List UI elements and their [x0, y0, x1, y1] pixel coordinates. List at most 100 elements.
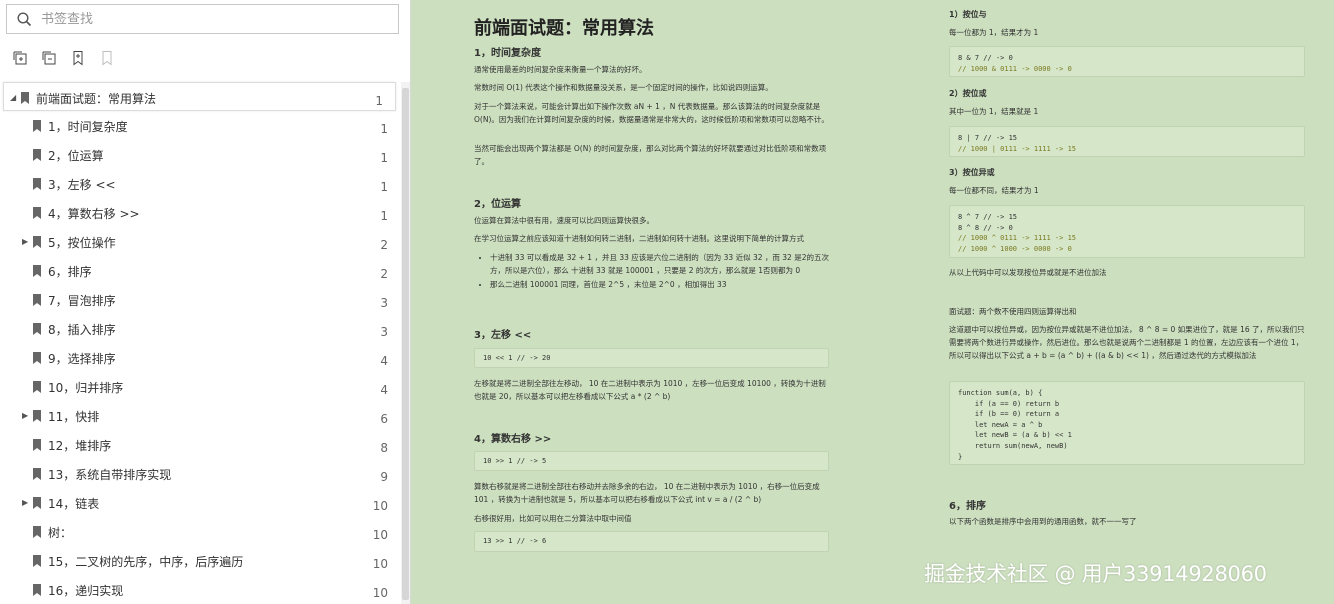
bookmark-label: 6，排序 — [48, 265, 92, 279]
paragraph: 每一位都为 1，结果才为 1 — [949, 28, 1039, 37]
code-line: 8 & 7 // -> 0 — [958, 54, 1013, 62]
bookmark-icon — [33, 381, 41, 393]
bookmark-icon — [21, 92, 29, 104]
bookmark-page-number: 8 — [380, 441, 388, 455]
bookmark-row[interactable]: ▶ 14，链表 10 — [0, 488, 400, 517]
bookmark-page-number: 3 — [380, 325, 388, 339]
paragraph: 位运算在算法中很有用，速度可以比四则运算快很多。 — [474, 216, 654, 225]
bookmark-row[interactable]: 3，左移 << 1 — [0, 169, 400, 198]
bookmark-row[interactable]: 树： 10 — [0, 517, 400, 546]
bookmark-row[interactable]: 1，时间复杂度 1 — [0, 111, 400, 140]
bookmark-row[interactable]: 10，归并排序 4 — [0, 372, 400, 401]
bookmark-icon — [33, 120, 41, 132]
bookmark-icon — [33, 468, 41, 480]
bookmark-page-number: 3 — [380, 296, 388, 310]
bookmark-icon — [33, 352, 41, 364]
bookmark-icon — [33, 410, 41, 422]
bookmark-label: 3，左移 << — [48, 178, 116, 192]
section-heading: 2，位运算 — [474, 199, 521, 210]
bookmark-toolbar — [10, 48, 116, 67]
code-comment: // 1000 ^ 1000 -> 0000 -> 0 — [958, 244, 1072, 253]
bookmark-row[interactable]: 15，二叉树的先序，中序，后序遍历 10 — [0, 546, 400, 575]
bookmark-row[interactable]: 13，系统自带排序实现 9 — [0, 459, 400, 488]
paragraph: 以下两个函数是排序中会用到的通用函数，就不一一写了 — [949, 517, 1137, 526]
add-bookmark-icon[interactable] — [68, 48, 87, 67]
code-line: return sum(newA, newB) — [958, 441, 1068, 450]
bookmark-icon — [33, 236, 41, 248]
code-block: 8 | 7 // -> 15 // 1000 | 0111 -> 1111 -> … — [949, 126, 1305, 157]
bookmark-page-number: 4 — [380, 354, 388, 368]
bookmark-page-number: 1 — [380, 122, 388, 136]
bookmark-icon — [33, 526, 41, 538]
bookmark-search[interactable] — [6, 4, 399, 34]
bookmark-row[interactable]: ▶ 11，快排 6 — [0, 401, 400, 430]
bookmark-label: 5，按位操作 — [48, 236, 116, 250]
collapse-arrow-icon[interactable]: ◢ — [10, 93, 16, 102]
code-comment: // 1000 & 0111 -> 0000 -> 0 — [958, 64, 1072, 73]
document-page: 前端面试题：常用算法 1，时间复杂度 通常使用最差的时间复杂度来衡量一个算法的好… — [412, 0, 1334, 604]
search-icon — [7, 11, 41, 27]
paragraph: 每一位都不同，结果才为 1 — [949, 186, 1039, 195]
bookmark-icon — [33, 178, 41, 190]
bookmark-page-number: 1 — [375, 94, 383, 108]
paragraph: 从以上代码中可以发现按位异或就是不进位加法 — [949, 268, 1107, 277]
collapse-all-icon[interactable] — [39, 48, 58, 67]
bookmark-row[interactable]: 8，插入排序 3 — [0, 314, 400, 343]
code-line: function sum(a, b) { — [958, 389, 1043, 397]
bookmark-icon — [33, 584, 41, 596]
bookmark-row[interactable]: 2，位运算 1 — [0, 140, 400, 169]
bookmark-label: 11，快排 — [48, 410, 100, 424]
bookmark-label: 1，时间复杂度 — [48, 120, 128, 134]
bookmark-icon[interactable] — [97, 48, 116, 67]
bookmark-tree: ◢ 前端面试题：常用算法 1 1，时间复杂度 1 2，位运算 1 3，左移 << 1 4，算数右移… — [0, 82, 400, 604]
scrollbar-thumb[interactable] — [402, 88, 409, 600]
bookmark-page-number: 10 — [372, 557, 388, 571]
bookmark-page-number: 2 — [380, 267, 388, 281]
bookmark-label: 8，插入排序 — [48, 323, 116, 337]
bookmark-label: 15，二叉树的先序，中序，后序遍历 — [48, 555, 244, 569]
subsection-heading: 1）按位与 — [949, 10, 987, 19]
bookmark-label: 2，位运算 — [48, 149, 104, 163]
code-line: 8 ^ 7 // -> 15 — [958, 213, 1018, 221]
bookmark-row[interactable]: ◢ 前端面试题：常用算法 1 — [3, 82, 396, 111]
interview-question-heading: 面试题：两个数不使用四则运算得出和 — [949, 307, 1077, 316]
bookmark-search-input[interactable] — [41, 11, 381, 27]
code-block: function sum(a, b) { if (a == 0) return … — [949, 381, 1305, 465]
bookmark-icon — [33, 323, 41, 335]
bookmark-panel: ◢前端面试题：常用算法11，时间复杂度12，位运算13，左移 <<14，算数右移… — [0, 0, 411, 604]
bookmark-row[interactable]: 6，排序 2 — [0, 256, 400, 285]
code-line: } — [958, 452, 963, 461]
bookmark-row[interactable]: 12，堆排序 8 — [0, 430, 400, 459]
bullet-list: 十进制 33 可以看成是 32 + 1 ，并且 33 应该是六位二进制的（因为 … — [474, 251, 829, 292]
paragraph: 算数右移就是将二进制全部往右移动并去除多余的右边， 10 在二进制中表示为 10… — [474, 482, 820, 504]
expand-all-icon[interactable] — [10, 48, 29, 67]
expand-arrow-icon[interactable]: ▶ — [22, 237, 28, 246]
section-heading: 4，算数右移 >> — [474, 434, 552, 445]
bookmark-label: 13，系统自带排序实现 — [48, 468, 172, 482]
code-line: let newA = a ^ b — [958, 420, 1043, 429]
bookmark-icon — [33, 294, 41, 306]
paragraph: 右移很好用，比如可以用在二分算法中取中间值 — [474, 514, 632, 523]
bookmark-label: 7，冒泡排序 — [48, 294, 116, 308]
bookmark-label: 12，堆排序 — [48, 439, 112, 453]
bookmark-icon — [33, 207, 41, 219]
bookmark-label: 14，链表 — [48, 497, 100, 511]
bookmark-row[interactable]: 4，算数右移 >> 1 — [0, 198, 400, 227]
bookmark-page-number: 4 — [380, 383, 388, 397]
paragraph: 当然可能会出现两个算法都是 O(N) 的时间复杂度，那么对比两个算法的好坏就要通… — [474, 144, 827, 166]
bookmark-row[interactable]: 9，选择排序 4 — [0, 343, 400, 372]
bookmark-scrollbar[interactable] — [401, 82, 410, 604]
expand-arrow-icon[interactable]: ▶ — [22, 498, 28, 507]
list-item: 十进制 33 可以看成是 32 + 1 ，并且 33 应该是六位二进制的（因为 … — [490, 251, 829, 277]
expand-arrow-icon[interactable]: ▶ — [22, 411, 28, 420]
bookmark-page-number: 6 — [380, 412, 388, 426]
bookmark-row[interactable]: 16，递归实现 10 — [0, 575, 400, 604]
document-title: 前端面试题：常用算法 — [474, 18, 654, 39]
bookmark-page-number: 1 — [380, 209, 388, 223]
bookmark-label: 4，算数右移 >> — [48, 207, 140, 221]
bookmark-page-number: 10 — [372, 499, 388, 513]
code-block: 10 << 1 // -> 20 — [474, 348, 829, 368]
bookmark-row[interactable]: 7，冒泡排序 3 — [0, 285, 400, 314]
bookmark-label: 10，归并排序 — [48, 381, 124, 395]
bookmark-row[interactable]: ▶ 5，按位操作 2 — [0, 227, 400, 256]
